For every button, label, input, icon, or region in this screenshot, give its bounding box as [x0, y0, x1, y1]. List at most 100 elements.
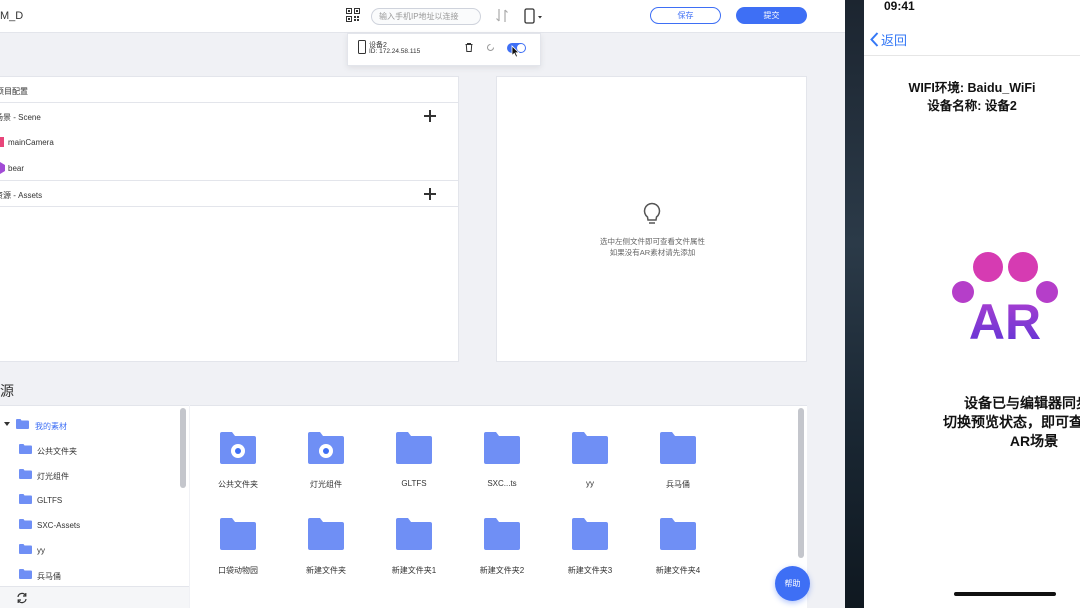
chevron-left-icon [870, 32, 879, 47]
folder-item[interactable]: 公共文件夹 [198, 432, 278, 502]
ar-logo-text: AR [969, 294, 1041, 342]
expand-arrow-icon[interactable] [4, 422, 10, 426]
tree-scrollbar[interactable] [180, 408, 186, 488]
sync-message: 设备已与编辑器同步， 切换预览状态，即可查看您的 AR场景 [904, 394, 1080, 451]
files-grid-panel: 公共文件夹 灯光组件 GLTFS SXC...ts yy 兵马俑口袋动物园 新建文件夹 新建文… [190, 405, 807, 608]
desktop-background [845, 0, 864, 608]
folder-icon [308, 518, 344, 550]
resource-tree-panel: 我的素材 公共文件夹 灯光组件 GLTFS SXC-Assets yy 兵马俑 [0, 405, 189, 608]
scene-label: 场景 - Scene [0, 113, 41, 122]
save-button[interactable]: 保存 [650, 7, 721, 24]
refresh-icon[interactable] [16, 592, 28, 604]
phone-screen: 09:41 返回 WIFI环境: Baidu_WiFi 设备名称: 设备2 AR… [864, 0, 1080, 608]
help-button[interactable]: 帮助 [775, 566, 810, 601]
tree-item-label: GLTFS [37, 496, 63, 505]
folder-icon [19, 569, 32, 579]
scene-node-bear[interactable]: bear [0, 155, 459, 181]
folder-icon [16, 419, 29, 429]
tree-item[interactable]: 灯光组件 [0, 461, 180, 486]
folder-item[interactable]: SXC...ts [462, 432, 542, 502]
properties-hint-line1: 选中左侧文件即可查看文件属性 [600, 237, 705, 246]
back-button[interactable]: 返回 [870, 30, 907, 49]
reload-icon[interactable] [486, 43, 495, 52]
sync-message-line2: 切换预览状态，即可查看您的 [943, 414, 1080, 430]
folder-icon [660, 432, 696, 464]
folder-label: 兵马俑 [666, 480, 690, 489]
folder-item[interactable]: 新建文件夹1 [374, 518, 454, 588]
project-title: M_D [0, 10, 24, 22]
tree-item[interactable]: 公共文件夹 [0, 436, 180, 461]
folder-label: 公共文件夹 [218, 480, 258, 489]
folder-item[interactable]: GLTFS [374, 432, 454, 502]
assets-section: 资源 - Assets [0, 181, 459, 207]
project-config-panel: 项目配置 场景 - Scene mainCamera bear 资源 - Ass… [0, 76, 459, 362]
tree-item-label: 兵马俑 [37, 572, 61, 581]
folder-label: 新建文件夹 [306, 566, 346, 575]
sync-message-line1: 设备已与编辑器同步， [964, 395, 1080, 411]
folder-icon [19, 544, 32, 554]
folder-icon [220, 518, 256, 550]
tree-item-label: yy [37, 546, 45, 555]
files-scrollbar[interactable] [798, 408, 804, 558]
folder-label: 新建文件夹4 [655, 566, 701, 575]
add-asset-button[interactable] [424, 188, 436, 200]
shared-folder-icon [308, 432, 344, 464]
folder-label: yy [586, 479, 594, 488]
sync-message-line3: AR场景 [1009, 433, 1059, 449]
folder-label: 新建文件夹2 [479, 566, 525, 575]
tree-item-label: 灯光组件 [37, 472, 69, 481]
add-scene-node-button[interactable] [424, 110, 436, 122]
folder-icon [396, 518, 432, 550]
device-select-icon[interactable] [523, 8, 543, 24]
folder-icon [19, 494, 32, 504]
home-indicator [954, 592, 1056, 596]
folder-item[interactable]: yy [550, 432, 630, 502]
submit-button[interactable]: 提交 [736, 7, 807, 24]
sync-arrows-icon[interactable] [495, 8, 509, 23]
resources-title: 资源 [0, 383, 14, 399]
tree-item[interactable]: yy [0, 536, 180, 561]
folder-item[interactable]: 新建文件夹4 [638, 518, 718, 588]
tree-item-my-materials[interactable]: 我的素材 [0, 411, 180, 436]
trash-icon[interactable] [465, 43, 473, 52]
device-name-info: 设备名称: 设备2 [927, 99, 1017, 113]
phone-ip-input[interactable] [371, 8, 481, 25]
folder-icon [572, 518, 608, 550]
model-node-icon [0, 162, 5, 174]
folder-icon [396, 432, 432, 464]
ar-logo: AR [952, 252, 1058, 342]
folder-icon [660, 518, 696, 550]
folder-item[interactable]: 口袋动物园 [198, 518, 278, 588]
camera-node-icon [0, 137, 4, 147]
folder-label: 灯光组件 [310, 480, 342, 489]
scene-node-label: bear [8, 164, 25, 173]
folder-item[interactable]: 兵马俑 [638, 432, 718, 502]
folder-item[interactable]: 新建文件夹3 [550, 518, 630, 588]
tree-item[interactable]: SXC-Assets [0, 511, 180, 536]
tree-item[interactable]: GLTFS [0, 486, 180, 511]
tree-item[interactable]: 兵马俑 [0, 561, 180, 586]
nav-divider [864, 55, 1080, 56]
qr-code-icon[interactable] [346, 8, 360, 22]
scene-section: 场景 - Scene [0, 103, 459, 129]
folder-item[interactable]: 新建文件夹 [286, 518, 366, 588]
folder-icon [484, 518, 520, 550]
scene-node-maincamera[interactable]: mainCamera [0, 129, 459, 155]
folder-label: 口袋动物园 [218, 566, 258, 575]
tree-item-label: SXC-Assets [37, 521, 81, 530]
properties-panel: 选中左侧文件即可查看文件属性 如果没有AR素材请先添加 [496, 76, 807, 362]
folder-item[interactable]: 新建文件夹2 [462, 518, 542, 588]
scene-node-label: mainCamera [8, 138, 54, 147]
folder-icon [19, 444, 32, 454]
phone-icon [358, 40, 366, 54]
folder-item[interactable]: 灯光组件 [286, 432, 366, 502]
folder-icon [19, 469, 32, 479]
folder-icon [484, 432, 520, 464]
project-config-title: 项目配置 [0, 87, 28, 96]
assets-label: 资源 - Assets [0, 191, 43, 200]
folder-label: SXC...ts [487, 479, 517, 488]
properties-hint-line2: 如果没有AR素材请先添加 [609, 248, 696, 257]
lightbulb-icon [643, 202, 661, 224]
tree-item-label: 我的素材 [35, 422, 67, 431]
folder-label: 新建文件夹3 [567, 566, 613, 575]
